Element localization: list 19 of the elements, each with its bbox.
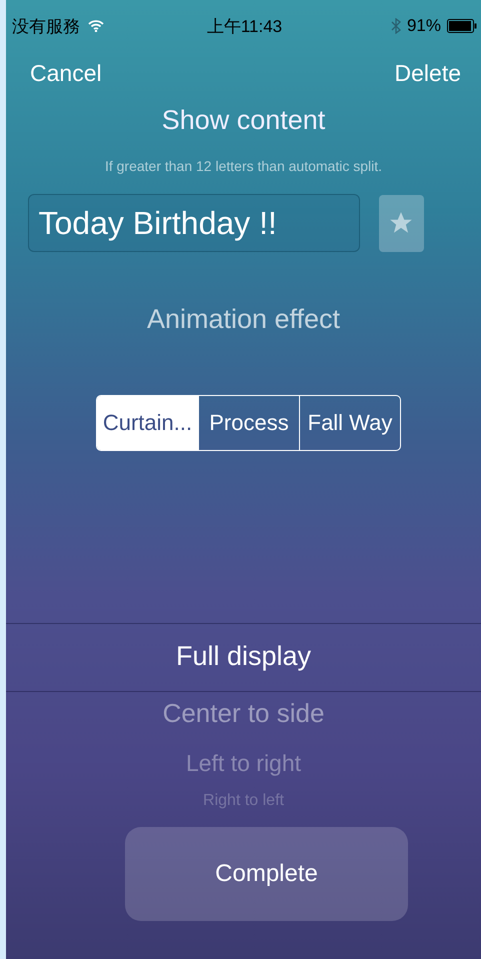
section-title: Animation effect <box>146 304 340 335</box>
clock-text: 上午11:43 <box>206 16 282 38</box>
picker-option[interactable]: Full display <box>176 643 312 670</box>
cancel-button[interactable]: Cancel <box>30 60 102 87</box>
segment-tab[interactable]: Fall Way <box>299 396 400 450</box>
content-field[interactable]: Today Birthday !! <box>28 194 360 252</box>
star-button[interactable] <box>378 194 424 252</box>
bluetooth-icon <box>390 18 401 34</box>
picker-option[interactable]: Center to side <box>162 700 324 726</box>
complete-button[interactable]: Complete <box>125 827 408 921</box>
wifi-icon <box>88 20 104 32</box>
segment-tab[interactable]: Process <box>198 396 299 450</box>
battery-percent: 91% <box>406 16 441 36</box>
section-title: Show content <box>162 105 326 136</box>
hint-text: If greater than 12 letters than automatic split. <box>104 158 382 174</box>
battery-icon <box>447 19 477 33</box>
segment-tab[interactable]: Curtain... <box>97 396 198 450</box>
delete-button[interactable]: Delete <box>394 60 461 87</box>
carrier-text: 没有服務 <box>12 16 80 38</box>
